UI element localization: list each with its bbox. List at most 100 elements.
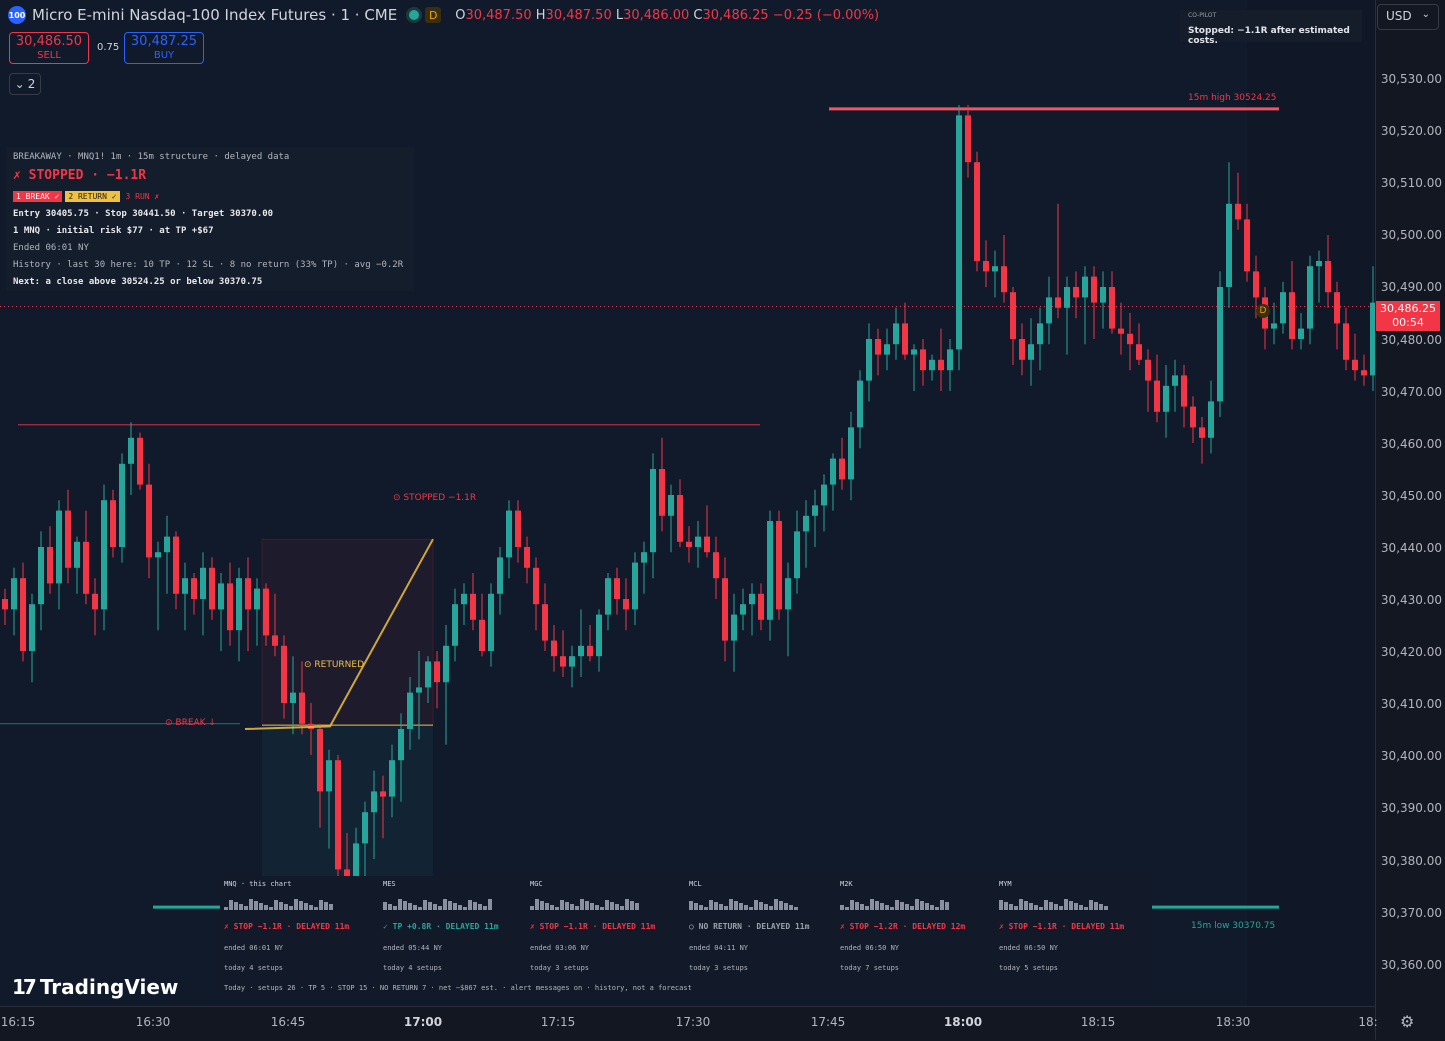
sparkline-bar [1089,900,1093,910]
symbol-card[interactable]: MCL ○ NO RETURN · DELAYED 11m ended 04:1… [685,876,840,998]
price-axis[interactable]: 30,530.00 30,520.00 30,510.00 30,500.00 30,4… [1375,0,1445,1040]
stopped-marker: ⊙ STOPPED −1.1R [393,493,477,503]
candle-body [767,521,773,620]
candle-body [524,547,530,568]
candle-body [461,593,467,605]
symbol-logo-icon[interactable]: 100 [8,6,26,24]
symbol-card[interactable]: MGC ✗ STOP −1.1R · DELAYED 11m ended 03:… [526,876,681,998]
candle-body [893,323,899,345]
sparkline-bar [428,902,432,910]
symbol-card-name: MGC [530,880,543,888]
symbol-card-name: MCL [689,880,702,888]
candle-body [1010,292,1016,339]
sparkline-bar [314,907,318,910]
buy-button[interactable]: 30,487.25 BUY [124,32,204,64]
symbol-card[interactable]: MES ✓ TP +0.8R · DELAYED 11m ended 05:44… [379,876,534,998]
candle-body [749,593,755,605]
indicators-collapse-button[interactable]: ⌄ 2 [9,73,41,95]
candle-body [83,541,89,594]
sparkline-bar [850,900,854,910]
sparkline-bar [575,906,579,910]
symbol-title[interactable]: Micro E-mini Nasdaq-100 Index Futures · … [32,6,397,24]
sparkline-bar [1014,906,1018,910]
sparkline-bar [438,906,442,910]
settings-gear-icon[interactable]: ⚙ [1400,1012,1414,1031]
sell-button[interactable]: 30,486.50 SELL [9,32,89,64]
price-tick-label: 30,430.00 [1380,593,1442,607]
ohlc-low-value: 30,486.00 [623,7,690,23]
candle-body [101,500,107,610]
candle-body [1145,359,1151,381]
symbol-card[interactable]: MYM ✗ STOP −1.1R · DELAYED 11m ended 06:… [995,876,1150,998]
sparkline-bar [865,906,869,910]
candle-body [974,162,980,261]
sparkline-bar [388,904,392,910]
currency-select[interactable]: USD ⌄ [1377,4,1439,30]
price-tick-label: 30,390.00 [1380,801,1442,816]
sparkline-bar [254,901,258,910]
info-ended: Ended 06:01 NY [13,243,89,253]
step-break: 1 BREAK ✓ [13,191,63,202]
info-steps: 1 BREAK ✓ 2 RETURN ✓ 3 RUN ✗ [13,191,165,202]
candle-body [236,578,242,631]
sparkline-bar [535,899,539,910]
sparkline-bar [550,905,554,910]
candle-body [803,515,809,532]
currency-value: USD [1386,9,1412,23]
candle-body [1352,359,1358,371]
sparkline-bar [403,901,407,910]
sparkline-bar [945,902,949,910]
candle-body [587,645,593,657]
info-risk: 1 MNQ · initial risk $77 · at TP +$67 [13,226,214,236]
sparkline-bar [724,906,728,910]
symbol-card[interactable]: M2K ✗ STOP −1.2R · DELAYED 12m ended 06:… [836,876,991,998]
sparkline-bar [433,904,437,910]
dividend-marker-icon[interactable]: D [1256,304,1270,318]
symbol-card-today: today 7 setups [840,964,900,972]
candle-body [1289,292,1295,339]
symbol-card-ended: ended 03:06 NY [530,944,590,952]
candle-body [839,458,845,480]
sparkline-bar [1034,905,1038,910]
sparkline-bar [935,907,939,910]
ohlc-open-key: O [455,7,466,23]
sparkline-bar [774,899,778,910]
delayed-data-badge[interactable]: D [425,7,442,23]
candle-body [632,562,638,610]
sparkline-bar [1094,902,1098,910]
candle-body [299,692,305,724]
time-axis[interactable]: 16:15 16:30 16:45 17:00 17:15 17:30 17:45 18:00… [0,1006,1378,1041]
copilot-message: Stopped: −1.1R after estimated costs. [1188,26,1350,46]
candle-body [2,599,8,610]
chevron-down-icon: ⌄ [14,77,25,91]
sparkline-bar [1009,904,1013,910]
sparkline-bar [545,903,549,910]
candle-body [1019,339,1025,360]
sparkline-bar [309,905,313,910]
candle-body [965,115,971,163]
sparkline-bar [615,904,619,910]
time-tick-label: 17:45 [810,1015,846,1029]
ohlc-high-key: H [535,7,546,23]
sparkline-bar [905,904,909,910]
breakaway-info-panel: BREAKAWAY · MNQ1! 1m · 15m structure · d… [6,147,414,291]
sparkline-bar [635,903,639,910]
sparkline-bar [274,900,278,910]
sparkline-bar [769,906,773,910]
ohlc-high-value: 30,487.50 [545,7,612,23]
candle-body [722,578,728,641]
sparkline-bar [560,900,564,910]
price-tick-label: 30,450.00 [1380,488,1442,503]
candle-body [659,469,665,516]
candle-body [578,645,584,657]
tradingview-logo[interactable]: 17 TradingView [12,975,178,999]
candle-body [191,578,197,599]
step-run: 3 RUN ✗ [125,192,160,201]
sparkline-bar [294,899,298,910]
candle-body [74,541,80,568]
symbol-card[interactable]: MNQ · this chart ✗ STOP −1.1R · DELAYED … [220,876,375,998]
market-open-icon[interactable] [409,10,420,20]
candle-body [677,495,683,542]
candle-body [389,760,395,797]
sparkline-bar [448,901,452,910]
